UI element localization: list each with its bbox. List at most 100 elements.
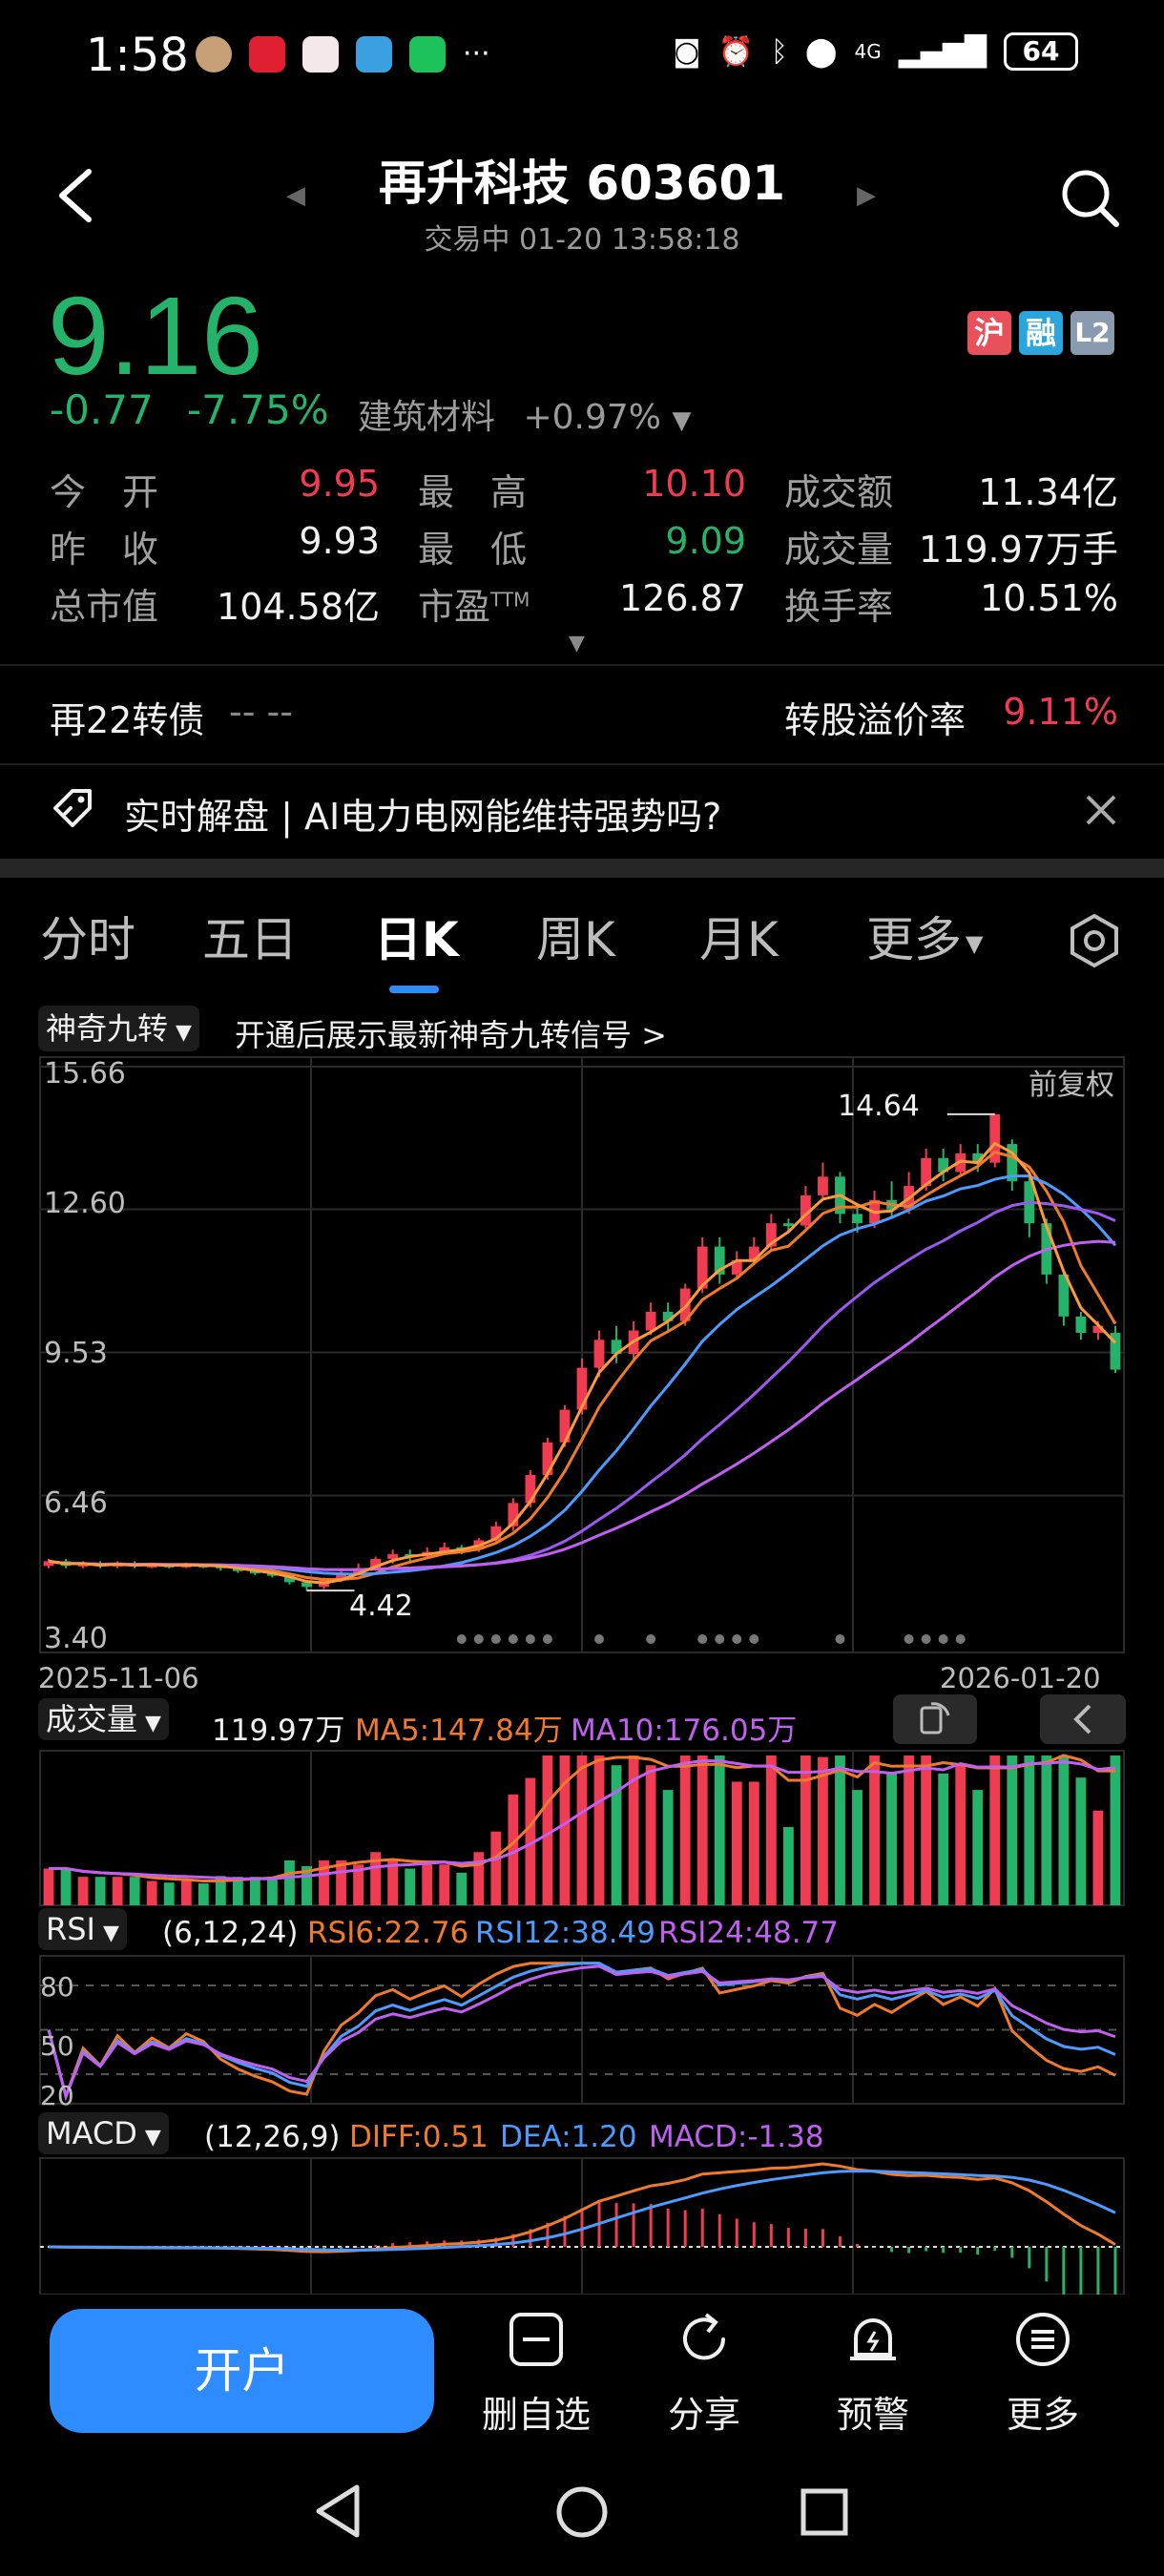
section-separator [0,859,1164,878]
more-notifications-icon: ··· [463,37,490,71]
volume-bar [1007,1755,1018,1905]
high-value: 10.10 [642,463,746,505]
turnover-rate-value: 10.51% [980,577,1118,619]
nine-turn-signal [646,1634,656,1644]
settings-icon[interactable] [1067,913,1122,968]
nine-turn-signal [921,1634,931,1644]
app-notification-icon [196,36,232,73]
news-banner[interactable]: 实时解盘 | AI电力电网能维持强势吗? [50,768,1118,854]
volume-bar [782,1826,794,1905]
bond-name: 再22转债 [50,699,205,741]
volume-bar [197,1883,209,1905]
volume-bar [818,1756,828,1905]
remove-watchlist-button[interactable]: 删自选 [465,2309,608,2438]
chart-period-tabs: 分时 五日 日K 周K 月K 更多 ▼ [0,902,1164,987]
rotate-icon [920,1702,950,1735]
candle-body [1075,1316,1087,1333]
share-button[interactable]: 分享 [633,2309,776,2438]
tab-monthly-k[interactable]: 月K [699,902,779,970]
adjust-mode[interactable]: 前复权 [1029,1061,1114,1103]
volume-bar [1024,1755,1035,1905]
tab-five-day[interactable]: 五日 [202,902,298,970]
pe-value: 126.87 [619,577,746,619]
nav-home-icon[interactable] [555,2485,609,2539]
wechat-icon [409,36,446,73]
macd-params: (12,26,9) [204,2120,341,2154]
close-icon[interactable] [1084,793,1118,827]
y-tick-label: 15.66 [44,1057,126,1091]
stats-row: 总市值 104.58亿 市盈TTM 126.87 换手率 10.51% [50,577,1118,634]
volume-bar [1110,1755,1121,1905]
tab-daily-k[interactable]: 日K [374,902,459,970]
shanghai-badge: 沪 [967,311,1011,355]
collapse-panel-button[interactable] [1040,1694,1126,1744]
nav-recents-icon[interactable] [800,2487,849,2537]
alert-button[interactable]: 预警 [801,2309,945,2438]
tab-more[interactable]: 更多 ▼ [866,902,983,970]
y-tick-label: 9.53 [44,1337,108,1370]
macd-value: MACD:-1.38 [649,2120,824,2154]
volume-ma5: MA5:147.84万 [355,1714,563,1748]
nine-turn-signal [525,1634,535,1644]
nfc-icon: ◙ [673,34,701,69]
sector-change: +0.97% [523,398,661,437]
volume-bar [852,1790,863,1905]
tab-intraday[interactable]: 分时 [40,902,135,970]
volume-bar [972,1790,984,1905]
volume-bar [336,1859,346,1905]
sector-name: 建筑材料 [358,398,496,437]
convertible-bond-row[interactable]: 再22转债 -- -- 转股溢价率 9.11% [50,668,1118,763]
rsi-level-label: 80 [40,1971,74,2003]
trading-status: 交易中 01-20 13:58:18 [424,223,740,257]
nav-back-icon[interactable] [313,2483,363,2539]
volume-bar [921,1755,932,1905]
kline-indicator-selector[interactable]: 神奇九转 ▼ [38,1006,199,1051]
volume-bar [989,1755,1001,1905]
app-notification-icon [302,36,339,73]
volume-bar [938,1773,949,1905]
price-change: -0.77 -7.75% [50,386,329,433]
prev-close-value: 9.93 [299,520,380,562]
status-time: 1:58 [86,29,189,82]
volume-bar [60,1868,72,1905]
stats-row: 今 开 9.95 最 高 10.10 成交额 11.34亿 [50,463,1118,520]
open-value: 9.95 [299,463,380,505]
volume-bar [1092,1810,1104,1905]
network-icon: 4G [854,40,882,63]
volume-bar [765,1755,777,1905]
macd-indicator-selector[interactable]: MACD ▼ [38,2112,169,2154]
volume-bar [284,1859,295,1905]
volume-bar [405,1868,416,1905]
volume-indicator-selector[interactable]: 成交量 ▼ [38,1698,169,1740]
volume-value: 119.97万手 [919,529,1118,571]
candle-body [852,1214,863,1224]
volume-bar [611,1765,622,1905]
tab-weekly-k[interactable]: 周K [536,902,615,970]
expand-stats-icon[interactable]: ▼ [569,632,585,655]
chevron-down-icon: ▼ [144,2126,161,2150]
search-icon[interactable] [1059,167,1120,228]
candle-body [593,1340,605,1368]
nine-turn-signal [508,1634,518,1644]
more-menu-button[interactable]: 更多 [971,2309,1114,2438]
volume-bar [163,1882,175,1905]
rotate-screen-button[interactable] [893,1694,977,1744]
rsi-params: (6,12,24) [162,1916,299,1950]
app-notification-icon [249,36,285,73]
volume-bar [94,1877,106,1905]
nine-turn-signal [904,1634,914,1644]
open-account-button[interactable]: 开户 [50,2309,434,2433]
divider [0,664,1164,666]
current-price: 9.16 [48,274,263,398]
rsi-indicator-selector[interactable]: RSI ▼ [38,1908,127,1950]
volume-bar [645,1765,656,1905]
volume-bar [1041,1755,1052,1905]
high-label: 最 高 [418,471,528,513]
rsi12-value: RSI12:38.49 [475,1916,655,1950]
y-tick-label: 12.60 [44,1187,126,1220]
pe-label: 市盈TTM [418,586,530,628]
volume-bar [77,1877,89,1905]
volume-bar [835,1755,845,1905]
sector-info[interactable]: 建筑材料 +0.97% ▼ [358,389,691,439]
nine-turn-signal [955,1634,966,1644]
